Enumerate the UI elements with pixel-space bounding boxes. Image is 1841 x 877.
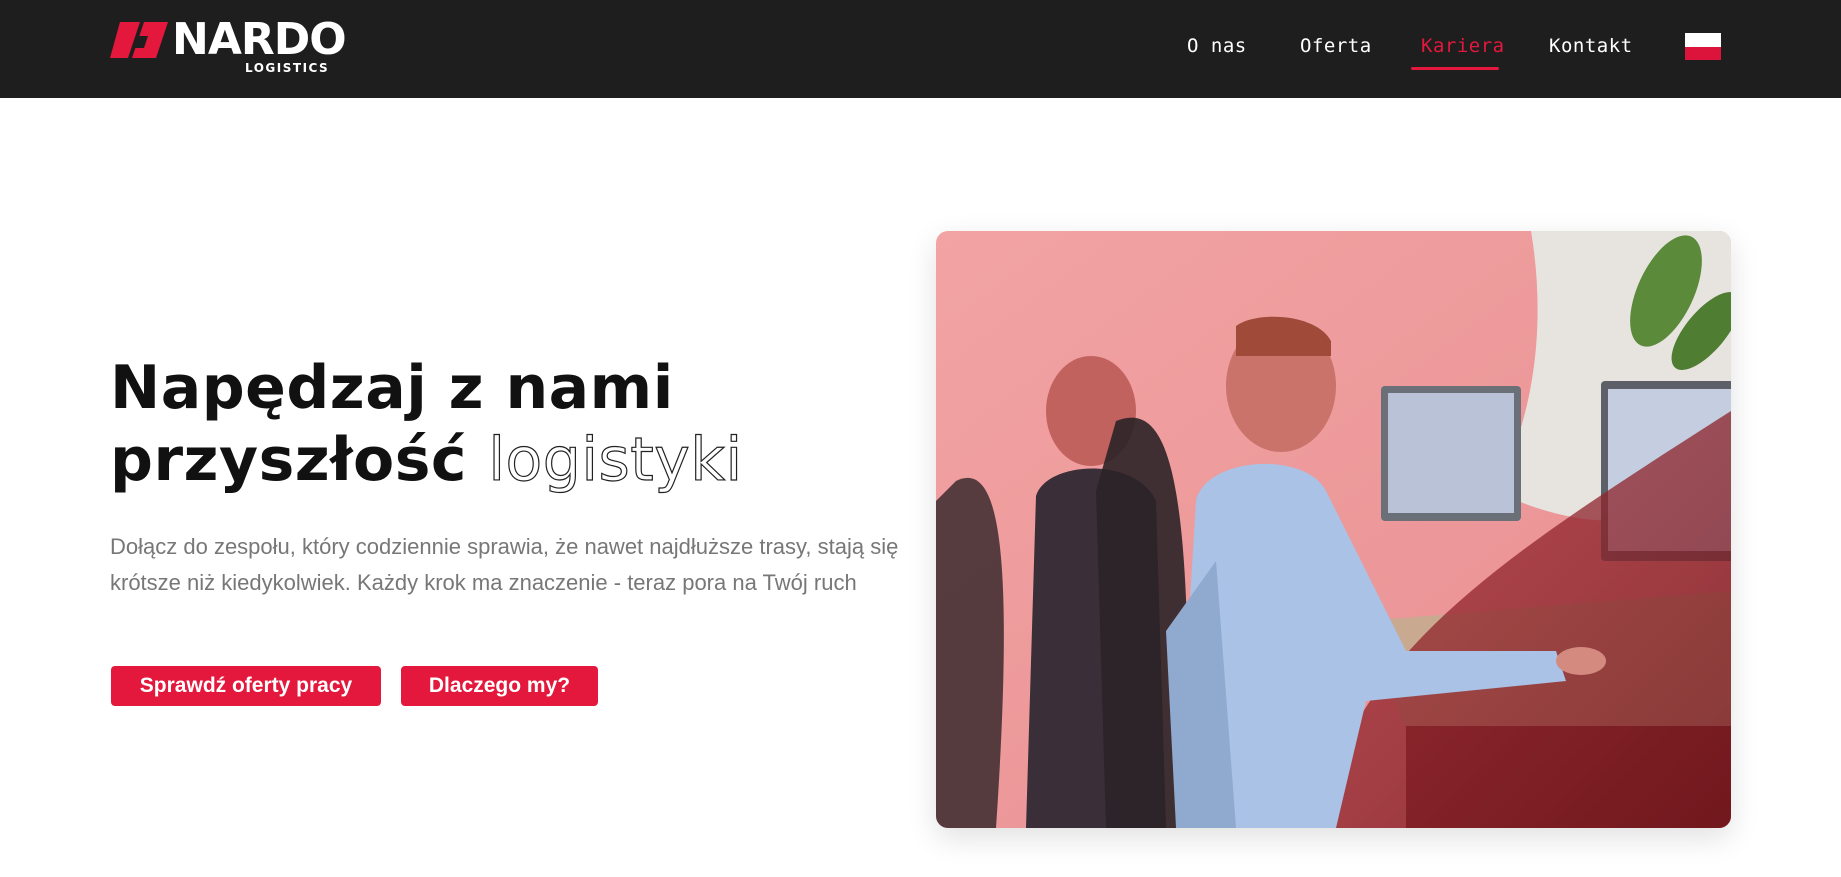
nav-item-o-nas[interactable]: O nas: [1187, 33, 1247, 61]
headline-bold-word: przyszłość: [110, 425, 467, 495]
why-us-button[interactable]: Dlaczego my?: [401, 666, 598, 706]
headline-outline-word: logistyki: [488, 424, 743, 495]
active-nav-indicator: [1411, 67, 1499, 70]
top-navbar: NARDO LOGISTICS O nas Oferta Kariera Kon…: [0, 0, 1841, 98]
nav-item-kariera[interactable]: Kariera: [1421, 33, 1505, 61]
nav-item-oferta[interactable]: Oferta: [1300, 33, 1372, 61]
hero-lead-text: Dołącz do zespołu, który codziennie spra…: [110, 534, 899, 595]
headline-line-1: Napędzaj z nami: [110, 353, 674, 423]
main-nav: O nas Oferta Kariera Kontakt: [0, 0, 1841, 98]
hero-headline: Napędzaj z nami przyszłość logistyki: [110, 352, 910, 496]
office-workers-photo: [936, 231, 1731, 828]
poland-flag-icon[interactable]: [1685, 33, 1721, 60]
job-offers-button[interactable]: Sprawdź oferty pracy: [111, 666, 381, 706]
nav-item-kontakt[interactable]: Kontakt: [1549, 33, 1633, 61]
